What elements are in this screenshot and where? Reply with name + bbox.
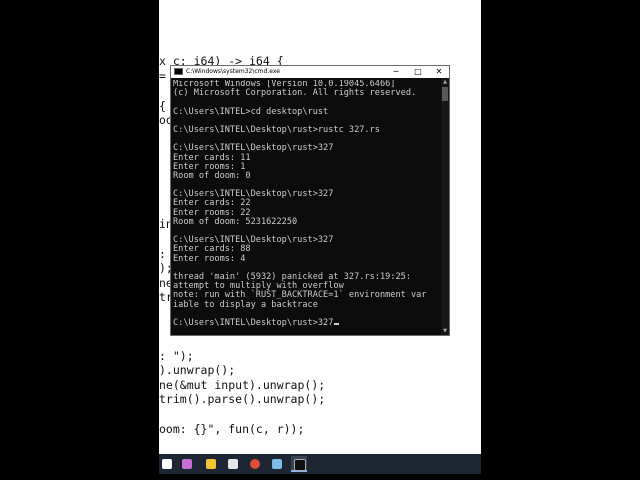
console-line: Room of doom: 0: [173, 170, 251, 181]
console-line: (c) Microsoft Corporation. All rights re…: [173, 88, 417, 99]
close-button[interactable]: ✕: [428, 66, 450, 78]
terminal-icon[interactable]: [269, 456, 285, 472]
code-line: trim().parse().unwrap();: [159, 392, 326, 406]
code-line: oom: {}", fun(c, r));: [159, 422, 305, 436]
start-icon[interactable]: [159, 456, 175, 472]
cmd-app-icon: [174, 68, 183, 75]
copilot-icon[interactable]: [179, 456, 195, 472]
cmd-window[interactable]: C:\Windows\system32\cmd.exe ─ □ ✕ Micros…: [170, 65, 450, 336]
code-line: =: [159, 69, 166, 83]
chrome-icon[interactable]: [247, 456, 263, 472]
code-line: {: [159, 99, 166, 113]
code-line: :: [159, 247, 166, 261]
scroll-up-icon[interactable]: ▲: [441, 78, 449, 86]
scroll-thumb[interactable]: [442, 87, 448, 101]
console-line: C:\Users\INTEL\Desktop\rust>327: [173, 318, 443, 328]
vertical-scrollbar[interactable]: ▲ ▼: [441, 78, 449, 335]
console-line: iable to display a backtrace: [173, 299, 318, 310]
title-bar[interactable]: C:\Windows\system32\cmd.exe ─ □ ✕: [171, 66, 449, 78]
console-line: Enter rooms: 4: [173, 253, 246, 264]
code-line: : ");: [159, 349, 194, 363]
chrome-icon-glyph: [250, 459, 260, 469]
copilot-icon-glyph: [182, 459, 192, 469]
text-cursor: [334, 322, 340, 325]
taskbar: [159, 454, 481, 474]
file-explorer-icon-glyph: [206, 459, 216, 469]
cmd-icon-glyph: [294, 459, 306, 471]
window-title: C:\Windows\system32\cmd.exe: [186, 68, 280, 75]
mail-icon[interactable]: [225, 456, 241, 472]
start-icon-glyph: [162, 459, 172, 469]
code-line: ).unwrap();: [159, 363, 236, 377]
console-line: Room of doom: 5231622250: [173, 216, 298, 227]
mail-icon-glyph: [228, 459, 238, 469]
maximize-button[interactable]: □: [407, 66, 429, 78]
file-explorer-icon[interactable]: [203, 456, 219, 472]
console-line: C:\Users\INTEL>cd desktop\rust: [173, 106, 329, 117]
terminal-icon-glyph: [272, 459, 282, 469]
minimize-button[interactable]: ─: [385, 66, 407, 78]
cmd-icon[interactable]: [291, 456, 307, 472]
console-line: C:\Users\INTEL\Desktop\rust>rustc 327.rs: [173, 124, 380, 135]
code-line: ne(&mut input).unwrap();: [159, 378, 326, 392]
console-output[interactable]: Microsoft Windows [Version 10.0.19045.64…: [173, 80, 443, 332]
scroll-down-icon[interactable]: ▼: [441, 327, 449, 335]
